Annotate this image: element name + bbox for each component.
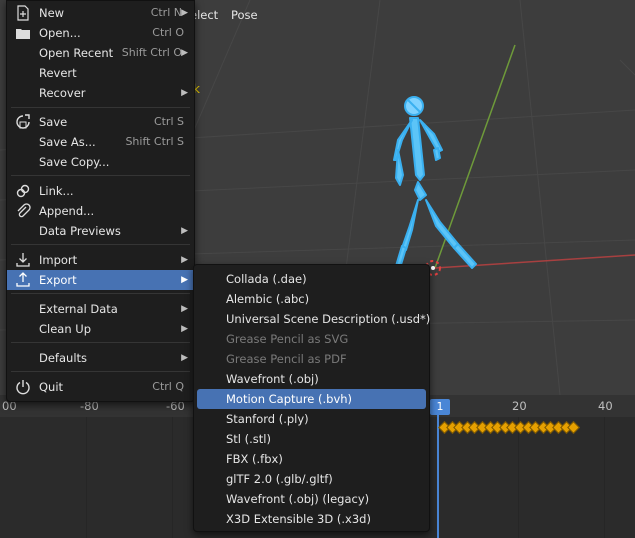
submenu-arrow-icon: ▶ [181, 88, 188, 98]
menu-item-label: Grease Pencil as PDF [226, 352, 347, 366]
folder-icon [16, 29, 30, 39]
submenu-arrow-icon: ▶ [181, 324, 188, 334]
menu-item-data-previews[interactable]: Data Previews ▶ [7, 221, 194, 241]
menu-item-label: X3D Extensible 3D (.x3d) [226, 512, 371, 526]
shortcut-label: Ctrl N [150, 6, 182, 19]
menu-item-label: Import [39, 253, 78, 267]
shortcut-label: Shift Ctrl O [121, 46, 182, 59]
menu-separator [11, 175, 190, 176]
tick-label: 20 [512, 399, 527, 413]
menu-item-new[interactable]: New Ctrl N ▶ [7, 3, 194, 23]
menu-item-label: Open... [39, 26, 81, 40]
power-icon [16, 380, 30, 395]
submenu-arrow-icon: ▶ [181, 255, 188, 265]
menu-item-open[interactable]: Open... Ctrl O [7, 23, 194, 43]
menu-item-clean-up[interactable]: Clean Up ▶ [7, 319, 194, 339]
menu-item-label: Defaults [39, 351, 88, 365]
menu-item-label: External Data [39, 302, 118, 316]
submenu-arrow-icon: ▶ [181, 275, 188, 285]
menu-item-label: Clean Up [39, 322, 92, 336]
menu-item-label: New [39, 6, 65, 20]
export-stanford-ply[interactable]: Stanford (.ply) [194, 409, 429, 429]
submenu-arrow-icon: ▶ [181, 48, 188, 58]
link-icon [16, 184, 30, 198]
export-icon [16, 272, 30, 287]
pose-menu[interactable]: Pose [231, 8, 258, 22]
file-menu: New Ctrl N ▶ Open... Ctrl O Open Recent … [6, 0, 195, 402]
menu-item-label: Alembic (.abc) [226, 292, 310, 306]
export-motion-capture-bvh[interactable]: Motion Capture (.bvh) [197, 389, 426, 409]
menu-separator [11, 244, 190, 245]
menu-separator [11, 371, 190, 372]
submenu-arrow-icon: ▶ [181, 8, 188, 18]
menu-item-label: Open Recent [39, 46, 114, 60]
menu-item-label: Collada (.dae) [226, 272, 307, 286]
new-file-icon [17, 5, 29, 21]
keyframe-row[interactable] [438, 421, 581, 435]
menu-item-label: Stl (.stl) [226, 432, 271, 446]
menu-item-label: glTF 2.0 (.glb/.gltf) [226, 472, 333, 486]
menu-item-label: Stanford (.ply) [226, 412, 309, 426]
playhead-line [437, 400, 439, 538]
export-submenu: Collada (.dae) Alembic (.abc) Universal … [193, 264, 430, 532]
menu-item-label: Recover [39, 86, 86, 100]
export-alembic[interactable]: Alembic (.abc) [194, 289, 429, 309]
menu-item-export[interactable]: Export ▶ [7, 270, 194, 290]
shortcut-label: Ctrl S [153, 115, 184, 128]
menu-item-label: Link... [39, 184, 74, 198]
export-grease-pencil-svg: Grease Pencil as SVG [194, 329, 429, 349]
menu-item-label: Grease Pencil as SVG [226, 332, 349, 346]
export-x3d[interactable]: X3D Extensible 3D (.x3d) [194, 509, 429, 529]
export-fbx[interactable]: FBX (.fbx) [194, 449, 429, 469]
shortcut-label: Ctrl O [152, 26, 184, 39]
menu-item-save-copy[interactable]: Save Copy... [7, 152, 194, 172]
menu-separator [11, 293, 190, 294]
menu-item-label: Wavefront (.obj) [226, 372, 319, 386]
menu-item-quit[interactable]: Quit Ctrl Q [7, 377, 194, 397]
menu-item-label: Quit [39, 380, 64, 394]
menu-item-recover[interactable]: Recover ▶ [7, 83, 194, 103]
menu-item-label: Save Copy... [39, 155, 110, 169]
menu-item-label: FBX (.fbx) [226, 452, 283, 466]
submenu-arrow-icon: ▶ [181, 353, 188, 363]
submenu-arrow-icon: ▶ [181, 226, 188, 236]
menu-item-label: Append... [39, 204, 95, 218]
menu-separator [11, 107, 190, 108]
export-usd[interactable]: Universal Scene Description (.usd*) [194, 309, 431, 329]
export-wavefront-obj[interactable]: Wavefront (.obj) [194, 369, 429, 389]
shortcut-label: Shift Ctrl S [125, 135, 184, 148]
menu-item-label: Data Previews [39, 224, 121, 238]
menu-item-save[interactable]: Save Ctrl S [7, 112, 194, 132]
menu-item-label: Universal Scene Description (.usd*) [226, 312, 431, 326]
menu-item-revert[interactable]: Revert [7, 63, 194, 83]
menu-item-import[interactable]: Import ▶ [7, 250, 194, 270]
export-collada[interactable]: Collada (.dae) [194, 269, 429, 289]
menu-item-label: Revert [39, 66, 77, 80]
menu-item-save-as[interactable]: Save As... Shift Ctrl S [7, 132, 194, 152]
menu-item-label: Save [39, 115, 68, 129]
menu-item-external-data[interactable]: External Data ▶ [7, 299, 194, 319]
shortcut-label: Ctrl Q [152, 380, 184, 393]
save-icon [16, 114, 30, 129]
menu-item-label: Wavefront (.obj) (legacy) [226, 492, 370, 506]
menu-item-link[interactable]: Link... [7, 181, 194, 201]
tick-label: 40 [598, 399, 613, 413]
import-icon [16, 253, 30, 267]
current-frame-indicator[interactable]: 1 [430, 399, 450, 415]
menu-item-defaults[interactable]: Defaults ▶ [7, 348, 194, 368]
menu-item-label: Save As... [39, 135, 96, 149]
export-grease-pencil-pdf: Grease Pencil as PDF [194, 349, 429, 369]
export-stl[interactable]: Stl (.stl) [194, 429, 429, 449]
menu-item-open-recent[interactable]: Open Recent Shift Ctrl O ▶ [7, 43, 194, 63]
append-icon [17, 203, 31, 218]
menu-item-label: Motion Capture (.bvh) [226, 392, 353, 406]
menu-item-append[interactable]: Append... [7, 201, 194, 221]
menu-separator [11, 342, 190, 343]
export-gltf[interactable]: glTF 2.0 (.glb/.gltf) [194, 469, 429, 489]
export-wavefront-obj-legacy[interactable]: Wavefront (.obj) (legacy) [194, 489, 429, 509]
submenu-arrow-icon: ▶ [181, 304, 188, 314]
menu-item-label: Export [39, 273, 77, 287]
